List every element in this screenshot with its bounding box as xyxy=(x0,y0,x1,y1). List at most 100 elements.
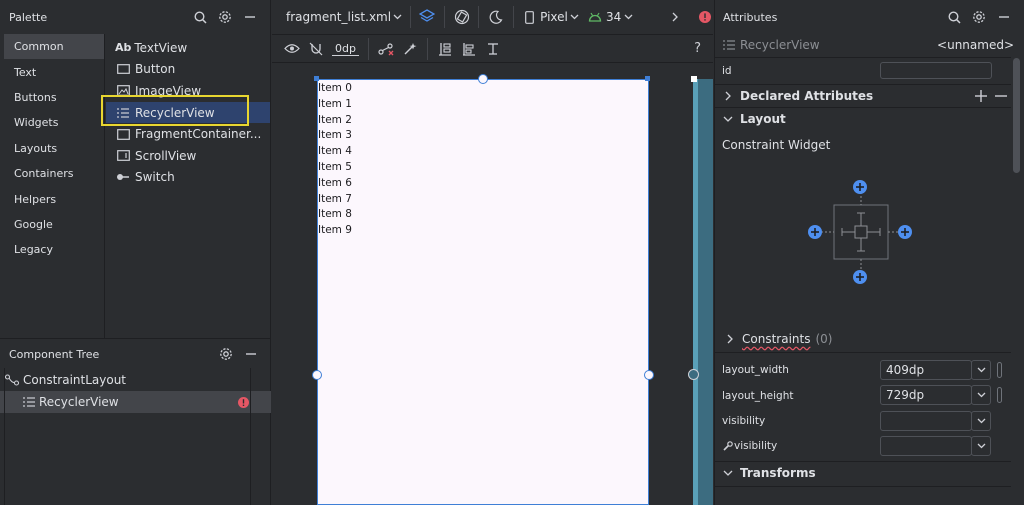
recyclerview-highlight-box xyxy=(101,95,249,126)
gear-icon[interactable] xyxy=(214,6,236,28)
tree-item-recyclerview[interactable]: RecyclerView xyxy=(0,391,271,413)
align-icon[interactable] xyxy=(457,37,481,61)
tree-item-constraintlayout[interactable]: ConstraintLayout xyxy=(0,369,271,391)
add-constraint-bottom-icon[interactable] xyxy=(853,270,867,284)
palette-item-label: TextView xyxy=(134,40,188,55)
palette-item-scrollview[interactable]: ScrollView xyxy=(106,145,270,167)
visibility-field[interactable] xyxy=(880,411,972,431)
attributes-header: Attributes xyxy=(714,0,1024,34)
category-text[interactable]: Text xyxy=(4,59,104,84)
category-common[interactable]: Common xyxy=(4,34,104,60)
palette-item-textview[interactable]: Ab TextView xyxy=(106,37,270,59)
list-item: Item 8 xyxy=(318,208,352,221)
divider xyxy=(715,107,1011,108)
list-item: Item 6 xyxy=(318,176,352,189)
divider xyxy=(715,486,1011,487)
tools-visibility-dropdown[interactable] xyxy=(971,436,991,456)
tree-item-label: ConstraintLayout xyxy=(23,373,127,387)
constraint-handle-left[interactable] xyxy=(312,370,322,380)
search-icon[interactable] xyxy=(943,6,965,28)
file-name-dropdown[interactable]: fragment_list.xml xyxy=(286,10,391,24)
clear-constraints-icon[interactable] xyxy=(374,37,398,61)
category-layouts[interactable]: Layouts xyxy=(4,136,104,161)
remove-icon[interactable] xyxy=(992,90,1010,102)
layout-width-resource-picker[interactable] xyxy=(997,362,1002,378)
error-icon[interactable] xyxy=(238,396,249,408)
chevron-right-icon xyxy=(722,91,734,101)
search-icon[interactable] xyxy=(189,6,211,28)
divider xyxy=(4,368,5,505)
category-legacy[interactable]: Legacy xyxy=(4,237,104,262)
palette-item-label: Switch xyxy=(135,170,175,185)
add-icon[interactable] xyxy=(972,90,990,102)
component-tree: ConstraintLayout RecyclerView xyxy=(0,369,271,413)
layout-width-field[interactable]: 409dp xyxy=(880,360,972,380)
chevron-right-icon[interactable] xyxy=(667,12,683,22)
fragment-icon xyxy=(115,128,131,140)
resize-handle[interactable] xyxy=(645,76,650,81)
transforms-label: Transforms xyxy=(740,466,816,480)
minimize-icon[interactable] xyxy=(240,343,262,365)
resize-handle[interactable] xyxy=(691,76,697,82)
category-google[interactable]: Google xyxy=(4,212,104,237)
add-constraint-right-icon[interactable] xyxy=(898,225,912,239)
minimize-icon[interactable] xyxy=(993,6,1015,28)
chevron-down-icon[interactable] xyxy=(621,14,635,20)
palette-item-fragmentcontainer[interactable]: FragmentContainer... xyxy=(106,123,270,145)
layout-height-dropdown[interactable] xyxy=(971,385,991,405)
device-preview-recyclerview[interactable]: Item 0 Item 1 Item 2 Item 3 Item 4 Item … xyxy=(317,79,649,505)
category-helpers[interactable]: Helpers xyxy=(4,186,104,211)
magnet-off-icon[interactable] xyxy=(304,37,328,61)
error-icon[interactable] xyxy=(697,11,713,23)
tools-visibility-field[interactable] xyxy=(880,436,972,456)
layout-height-field[interactable]: 729dp xyxy=(880,385,972,405)
android-icon xyxy=(587,12,603,22)
resize-handle[interactable] xyxy=(314,76,319,81)
device-dropdown[interactable]: Pixel xyxy=(540,10,568,24)
category-buttons[interactable]: Buttons xyxy=(4,85,104,110)
api-level-dropdown[interactable]: 34 xyxy=(606,10,621,24)
transforms-section-header[interactable]: Transforms xyxy=(714,463,1010,483)
visibility-dropdown[interactable] xyxy=(971,411,991,431)
blueprint-preview[interactable] xyxy=(693,79,713,505)
layers-icon[interactable] xyxy=(416,5,439,29)
id-field[interactable] xyxy=(880,62,992,79)
constraint-handle-top[interactable] xyxy=(478,74,488,84)
layout-height-resource-picker[interactable] xyxy=(997,387,1002,403)
chevron-down-icon[interactable] xyxy=(391,14,405,20)
orientation-icon[interactable] xyxy=(450,5,473,29)
layout-section-header[interactable]: Layout xyxy=(714,109,1010,129)
pack-icon[interactable] xyxy=(433,37,457,61)
phone-icon[interactable] xyxy=(522,10,538,24)
chevron-down-icon[interactable] xyxy=(568,14,582,20)
minimize-icon[interactable] xyxy=(239,6,261,28)
help-icon[interactable]: ? xyxy=(694,41,701,56)
layout-width-dropdown[interactable] xyxy=(971,360,991,380)
constraint-handle-right[interactable] xyxy=(644,370,654,380)
chevron-down-icon xyxy=(722,116,734,122)
chevron-right-icon xyxy=(724,334,736,344)
category-containers[interactable]: Containers xyxy=(4,161,104,186)
gear-icon[interactable] xyxy=(968,6,990,28)
recyclerview-list: Item 0 Item 1 Item 2 Item 3 Item 4 Item … xyxy=(318,80,648,239)
eye-icon[interactable] xyxy=(280,37,304,61)
divider xyxy=(426,37,428,60)
palette-item-button[interactable]: Button xyxy=(106,59,270,81)
night-mode-icon[interactable] xyxy=(484,5,507,29)
constraints-row[interactable]: Constraints (0) xyxy=(714,329,1010,349)
category-widgets[interactable]: Widgets xyxy=(4,110,104,135)
gear-icon[interactable] xyxy=(215,343,237,365)
add-constraint-left-icon[interactable] xyxy=(808,225,822,239)
constraints-label: Constraints xyxy=(742,332,811,346)
list-item: Item 5 xyxy=(318,160,352,173)
declared-attributes-header[interactable]: Declared Attributes xyxy=(714,86,1010,106)
default-margin-dropdown[interactable]: 0dp xyxy=(332,42,359,56)
attributes-scrollbar[interactable] xyxy=(1013,58,1020,173)
guidelines-icon[interactable] xyxy=(481,37,505,61)
add-constraint-top-icon[interactable] xyxy=(853,180,867,194)
palette-categories: Common Text Buttons Widgets Layouts Cont… xyxy=(4,34,105,338)
palette-item-switch[interactable]: Switch xyxy=(106,167,270,189)
constraint-handle-left[interactable] xyxy=(688,369,699,380)
component-row: RecyclerView <unnamed> xyxy=(714,34,1020,56)
infer-constraints-icon[interactable] xyxy=(398,37,422,61)
